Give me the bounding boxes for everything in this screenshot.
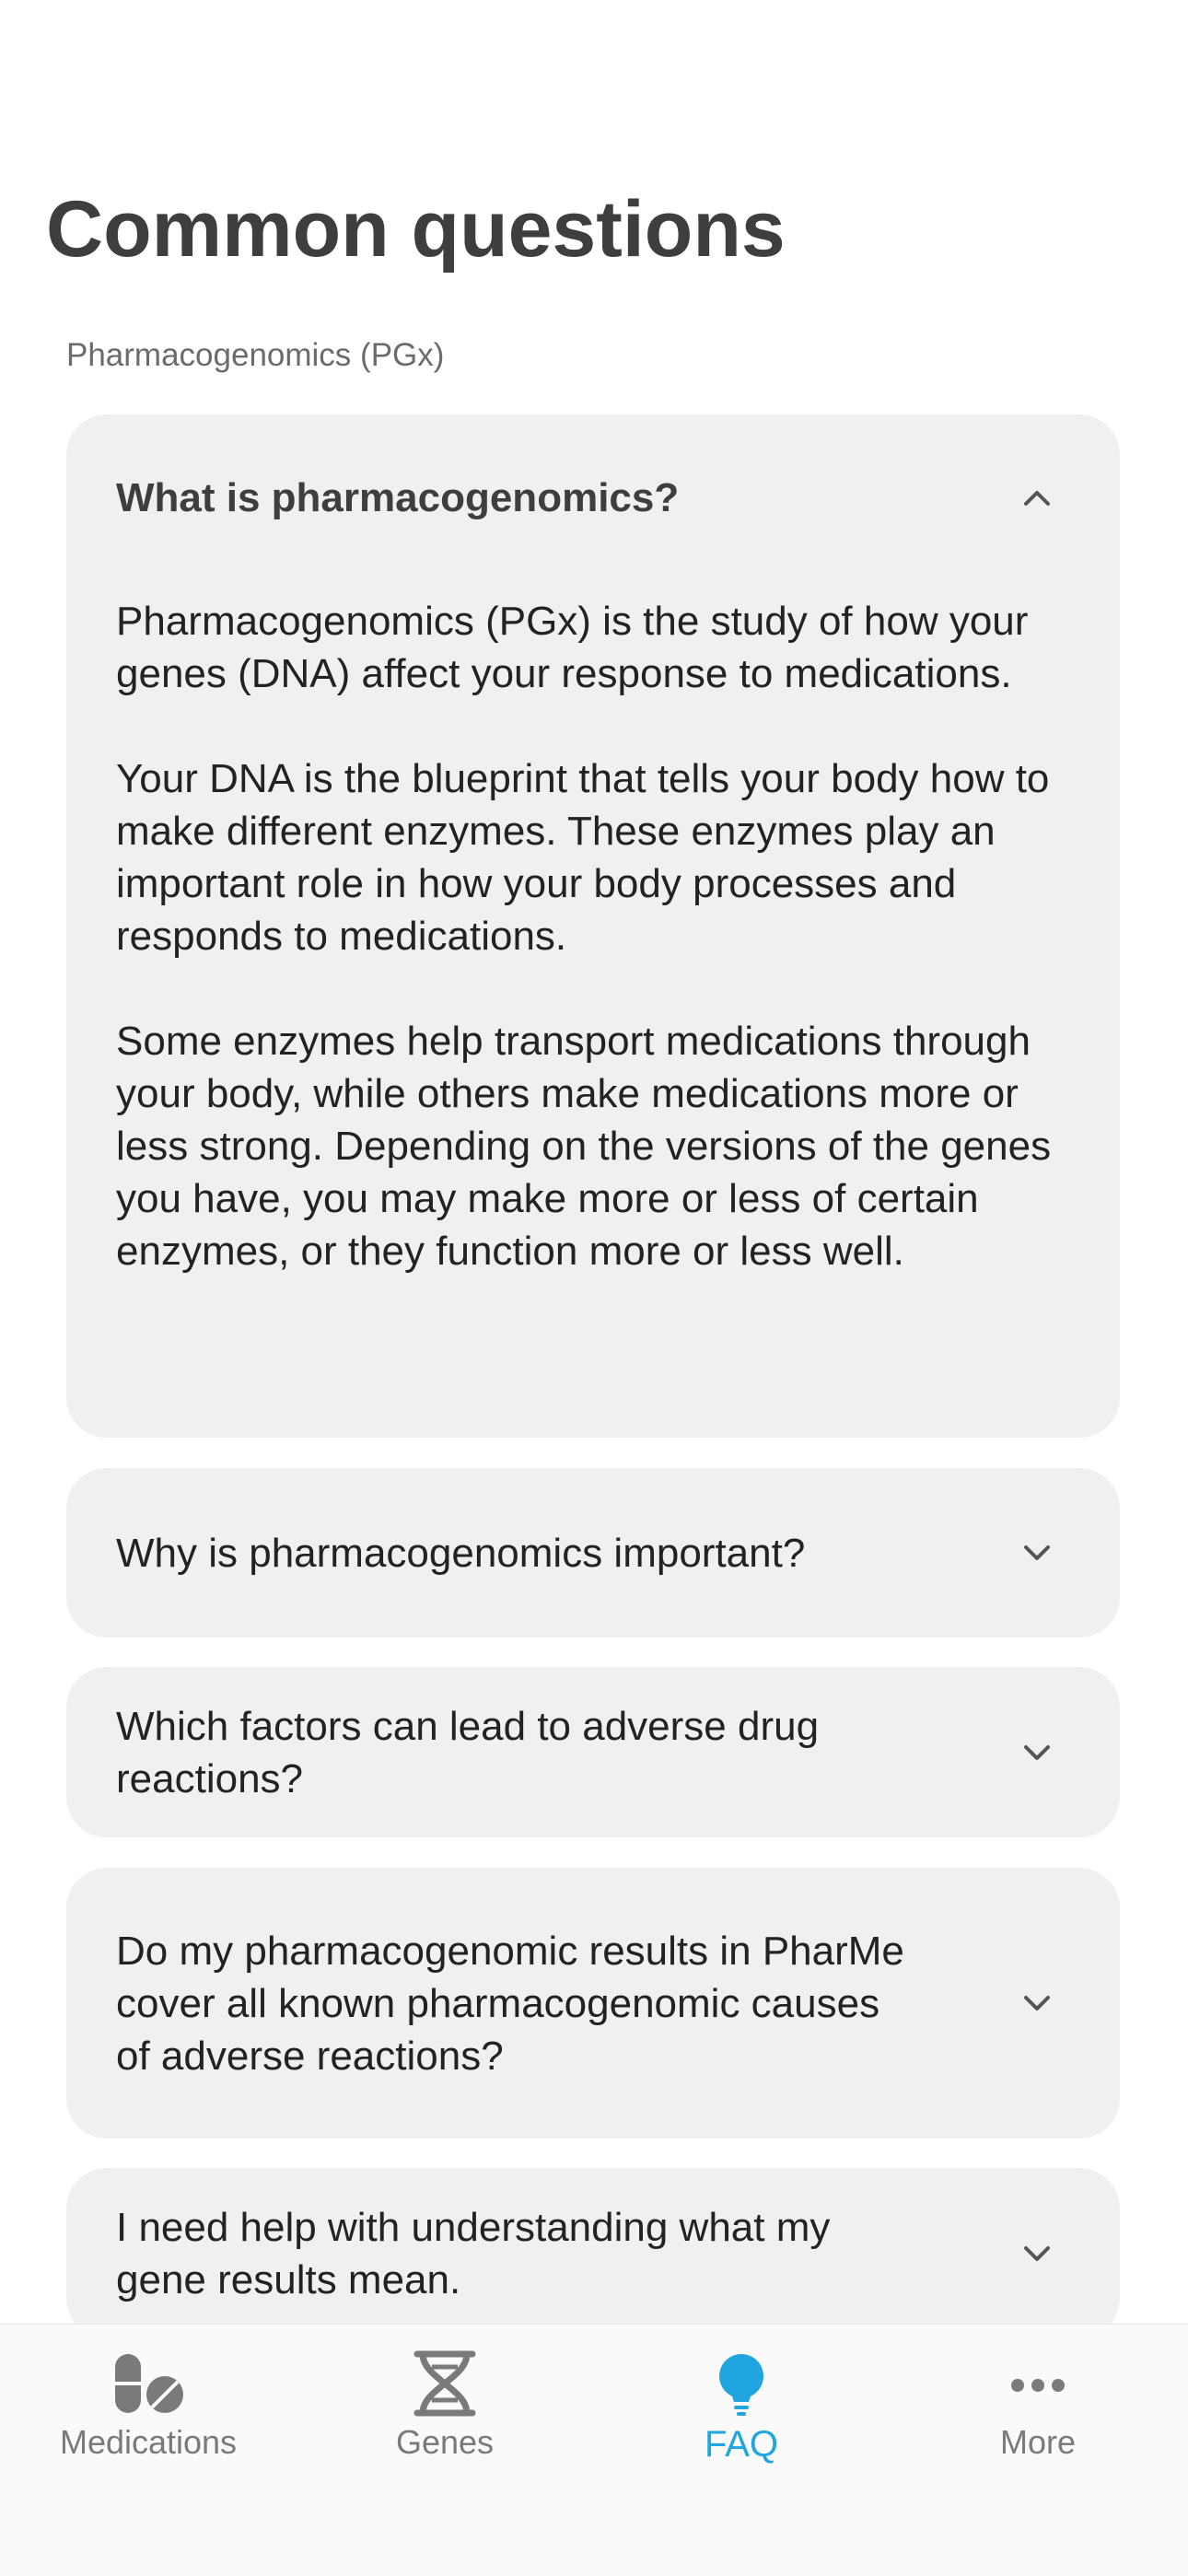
faq-item-expanded: What is pharmacogenomics? Pharmacogenomi… [66,414,1120,1438]
tab-label: FAQ [704,2424,779,2465]
more-icon [994,2347,1082,2420]
faq-question: Do my pharmacogenomic results in PharMe … [116,1928,904,2079]
chevron-down-icon[interactable] [1013,2230,1061,2278]
tab-bar: Medications Genes FAQ More [0,2324,1188,2576]
faq-question: What is pharmacogenomics? [116,474,680,520]
dna-icon [401,2347,489,2420]
tab-label: Medications [59,2423,238,2461]
faq-item[interactable]: I need help with understanding what my g… [66,2168,1120,2338]
faq-answer-paragraph: Your DNA is the blueprint that tells you… [116,756,1050,959]
faq-answer-paragraph: Pharmacogenomics (PGx) is the study of h… [116,599,1029,696]
faq-question: I need help with understanding what my g… [116,2204,831,2302]
faq-question: Which factors can lead to adverse drug r… [116,1703,820,1801]
pill-icon [104,2347,192,2420]
chevron-down-icon[interactable] [1013,1729,1061,1777]
faq-answer: Pharmacogenomics (PGx) is the study of h… [116,595,1070,1277]
tab-label: Genes [395,2423,495,2461]
page-title: Common questions [46,185,786,274]
section-label: Pharmacogenomics (PGx) [66,337,445,373]
tab-label: More [999,2423,1077,2461]
faq-item[interactable]: Which factors can lead to adverse drug r… [66,1667,1120,1837]
tab-faq[interactable]: FAQ [593,2325,890,2490]
chevron-down-icon[interactable] [1013,1529,1061,1577]
faq-item[interactable]: Why is pharmacogenomics important? [66,1468,1120,1638]
chevron-down-icon[interactable] [1013,1979,1061,2027]
faq-question-header[interactable]: What is pharmacogenomics? [116,470,1070,525]
chevron-up-icon[interactable] [1013,473,1061,521]
lightbulb-icon [697,2347,786,2420]
faq-answer-paragraph: Some enzymes help transport medications … [116,1019,1052,1274]
faq-item[interactable]: Do my pharmacogenomic results in PharMe … [66,1868,1120,2139]
tab-genes[interactable]: Genes [297,2325,593,2490]
tab-medications[interactable]: Medications [0,2325,297,2490]
faq-question: Why is pharmacogenomics important? [116,1530,806,1576]
tab-more[interactable]: More [890,2325,1186,2490]
